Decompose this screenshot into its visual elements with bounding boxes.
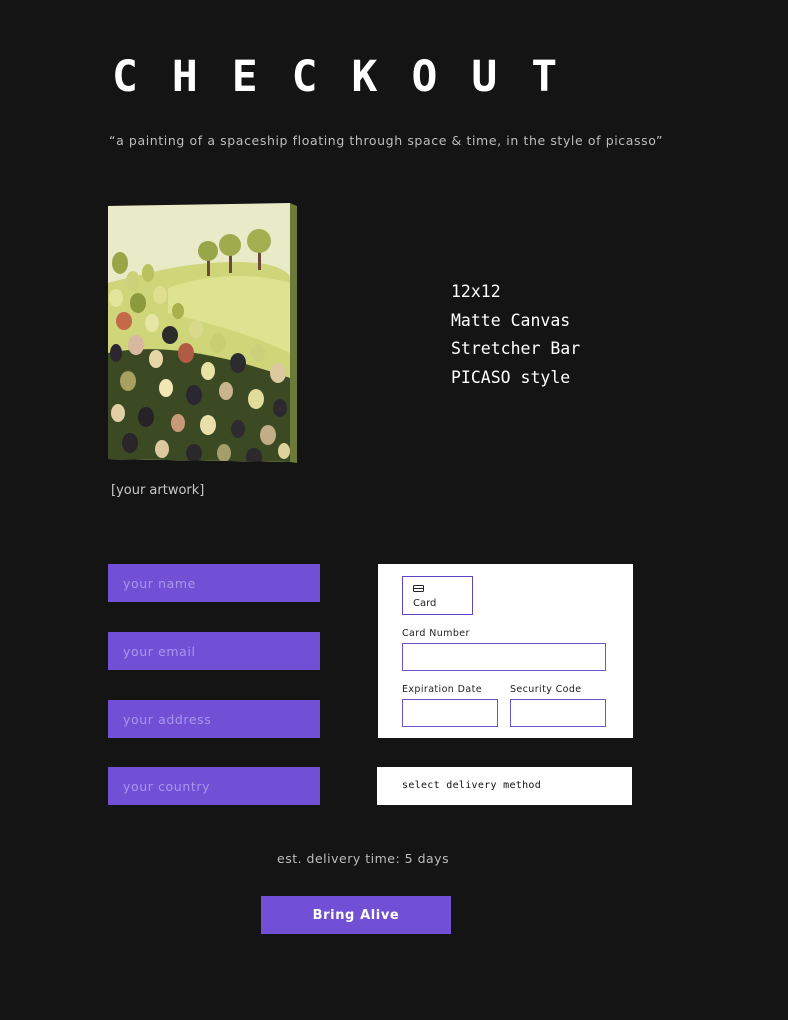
- spec-style: PICASO style: [451, 368, 571, 388]
- expiration-date-label: Expiration Date: [402, 684, 482, 695]
- artwork-caption: [your artwork]: [111, 483, 205, 498]
- email-input[interactable]: [108, 632, 320, 670]
- payment-form: Card Card Number Expiration Date Securit…: [378, 564, 633, 738]
- product-specs: 12x12 Matte Canvas Stretcher Bar PICASO …: [451, 278, 580, 393]
- artwork-preview: [108, 203, 298, 465]
- card-number-input[interactable]: [402, 643, 606, 671]
- security-code-input[interactable]: [510, 699, 606, 727]
- card-payment-tab[interactable]: Card: [402, 576, 473, 615]
- spec-size: 12x12: [451, 282, 501, 301]
- country-input[interactable]: [108, 767, 320, 805]
- card-tab-label: Card: [413, 598, 437, 609]
- page-title: CHECKOUT: [112, 52, 592, 102]
- address-input[interactable]: [108, 700, 320, 738]
- delivery-estimate: est. delivery time: 5 days: [277, 851, 450, 866]
- delivery-method-select[interactable]: select delivery method: [377, 767, 632, 805]
- spec-finish: Matte Canvas: [451, 310, 571, 330]
- name-input[interactable]: [108, 564, 320, 602]
- delivery-method-label: select delivery method: [402, 780, 542, 791]
- spec-mount: Stretcher Bar: [451, 339, 581, 359]
- expiration-date-input[interactable]: [402, 699, 498, 727]
- artwork-prompt: “a painting of a spaceship floating thro…: [109, 133, 664, 148]
- bring-alive-button[interactable]: Bring Alive: [261, 896, 451, 934]
- card-number-label: Card Number: [402, 628, 470, 639]
- security-code-label: Security Code: [510, 684, 582, 695]
- credit-card-icon: [413, 585, 424, 592]
